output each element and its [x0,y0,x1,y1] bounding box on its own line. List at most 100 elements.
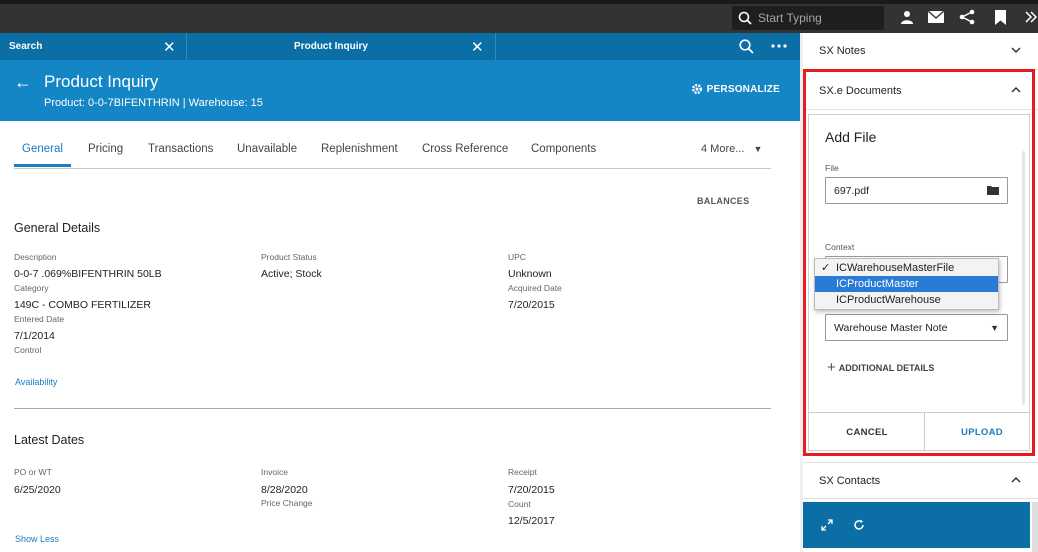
entered-date-value: 7/1/2014 [14,330,55,342]
availability-link[interactable]: Availability [15,377,57,387]
sx-contacts-header[interactable]: SX Contacts [803,462,1038,499]
page-header: ← Product Inquiry Product: 0-0-7BIFENTHR… [0,60,800,121]
note-type-value: Warehouse Master Note [834,321,948,334]
expand-arrows-icon[interactable] [821,519,833,531]
upload-button[interactable]: UPLOAD [927,413,1037,451]
note-type-select[interactable]: Warehouse Master Note ▼ [825,314,1008,341]
price-change-label: Price Change [261,498,313,508]
invoice-label: Invoice [261,467,288,477]
expand-icon[interactable] [1022,8,1038,26]
more-options-icon[interactable] [770,37,788,55]
caret-down-icon: ▼ [753,144,763,154]
tab-product-inquiry[interactable]: Product Inquiry ✕ [187,33,495,60]
upc-value: Unknown [508,268,552,280]
page-subtitle: Product: 0-0-7BIFENTHRIN | Warehouse: 15 [44,97,263,109]
context-option-label: ICProductWarehouse [836,294,941,306]
tab-transactions[interactable]: Transactions [148,143,213,155]
divider [14,408,771,409]
close-icon[interactable]: ✕ [163,38,176,56]
tab-unavailable[interactable]: Unavailable [237,143,297,155]
caret-down-icon: ▼ [990,323,999,333]
tab-search-label: Search [9,41,43,52]
personalize-button[interactable]: PERSONALIZE [691,83,780,95]
description-label: Description [14,252,57,262]
additional-details-button[interactable]: + ADDITIONAL DETAILS [827,359,934,376]
bookmark-icon[interactable] [991,8,1009,26]
entered-date-label: Entered Date [14,314,65,324]
product-status-label: Product Status [261,252,317,262]
context-label: Context [825,242,855,252]
file-value: 697.pdf [834,184,870,197]
workspace-tabs: Search ✕ Product Inquiry ✕ [0,33,800,60]
sx-notes-title: SX Notes [819,45,866,57]
scrollbar[interactable] [1032,502,1038,552]
context-dropdown-menu: ✓ ICWarehouseMasterFile ICProductMaster … [814,258,999,310]
product-status-value: Active; Stock [261,268,322,280]
chevron-up-icon [1011,476,1021,483]
count-value: 12/5/2017 [508,515,555,527]
receipt-label: Receipt [508,467,537,477]
gear-icon [691,83,702,95]
sx-contacts-title: SX Contacts [819,474,881,487]
tab-divider [495,33,496,60]
top-strip [0,0,1038,4]
more-tabs-dropdown[interactable]: 4 More... ▼ [701,143,762,155]
description-value: 0-0-7 .069%BIFENTHRIN 50LB [14,268,162,280]
acquired-date-value: 7/20/2015 [508,299,555,311]
chevron-down-icon [1011,47,1021,54]
user-icon[interactable] [898,8,916,26]
context-option-label: ICWarehouseMasterFile [836,262,955,274]
folder-icon[interactable] [987,185,999,195]
tab-divider [186,33,187,60]
receipt-value: 7/20/2015 [508,484,555,496]
acquired-date-label: Acquired Date [508,283,562,293]
tab-components[interactable]: Components [531,143,596,155]
po-value: 6/25/2020 [14,484,61,496]
tab-product-inquiry-label: Product Inquiry [294,41,368,52]
top-toolbar [0,0,1038,33]
sx-contacts-toolbar [803,502,1030,548]
global-search[interactable] [732,6,884,30]
balances-button[interactable]: BALANCES [697,196,749,206]
section-tabs: General Pricing Transactions Unavailable… [14,136,771,169]
context-option-warehouse-master-file[interactable]: ✓ ICWarehouseMasterFile [815,260,998,276]
share-icon[interactable] [958,8,976,26]
main-content: General Pricing Transactions Unavailable… [0,121,800,552]
control-label: Control [14,345,42,355]
button-divider [924,413,925,451]
file-label: File [825,163,839,173]
tab-replenishment[interactable]: Replenishment [321,143,398,155]
show-less-link[interactable]: Show Less [15,534,59,544]
additional-details-label: ADDITIONAL DETAILS [838,362,935,373]
context-option-product-master[interactable]: ICProductMaster [815,276,998,292]
tab-cross-reference[interactable]: Cross Reference [422,143,508,155]
context-option-label: ICProductMaster [836,278,919,290]
refresh-icon[interactable] [853,519,865,531]
mail-icon[interactable] [927,8,945,26]
count-label: Count [508,499,531,509]
cancel-button[interactable]: CANCEL [812,413,922,451]
general-details-title: General Details [14,221,101,235]
back-arrow-icon[interactable]: ← [14,72,32,93]
tab-pricing[interactable]: Pricing [88,143,123,155]
global-search-input[interactable] [758,11,878,25]
close-icon[interactable]: ✕ [471,38,484,56]
file-field[interactable]: 697.pdf [825,177,1008,204]
upc-label: UPC [508,252,526,262]
sx-notes-header[interactable]: SX Notes [803,33,1038,70]
category-value: 149C - COMBO FERTILIZER [14,299,151,311]
po-label: PO or WT [14,467,52,477]
search-icon[interactable] [737,37,755,55]
tab-general[interactable]: General [14,143,71,167]
context-option-product-warehouse[interactable]: ICProductWarehouse [815,292,998,308]
search-icon [738,11,752,25]
tab-search[interactable]: Search ✕ [9,33,185,60]
latest-dates-title: Latest Dates [14,433,85,447]
scrollbar[interactable] [1022,151,1025,405]
invoice-value: 8/28/2020 [261,484,308,496]
page-title: Product Inquiry [44,72,159,91]
add-file-title: Add File [825,129,877,145]
plus-icon: + [827,359,836,376]
category-label: Category [14,283,49,293]
add-file-actions: CANCEL UPLOAD [809,412,1029,451]
